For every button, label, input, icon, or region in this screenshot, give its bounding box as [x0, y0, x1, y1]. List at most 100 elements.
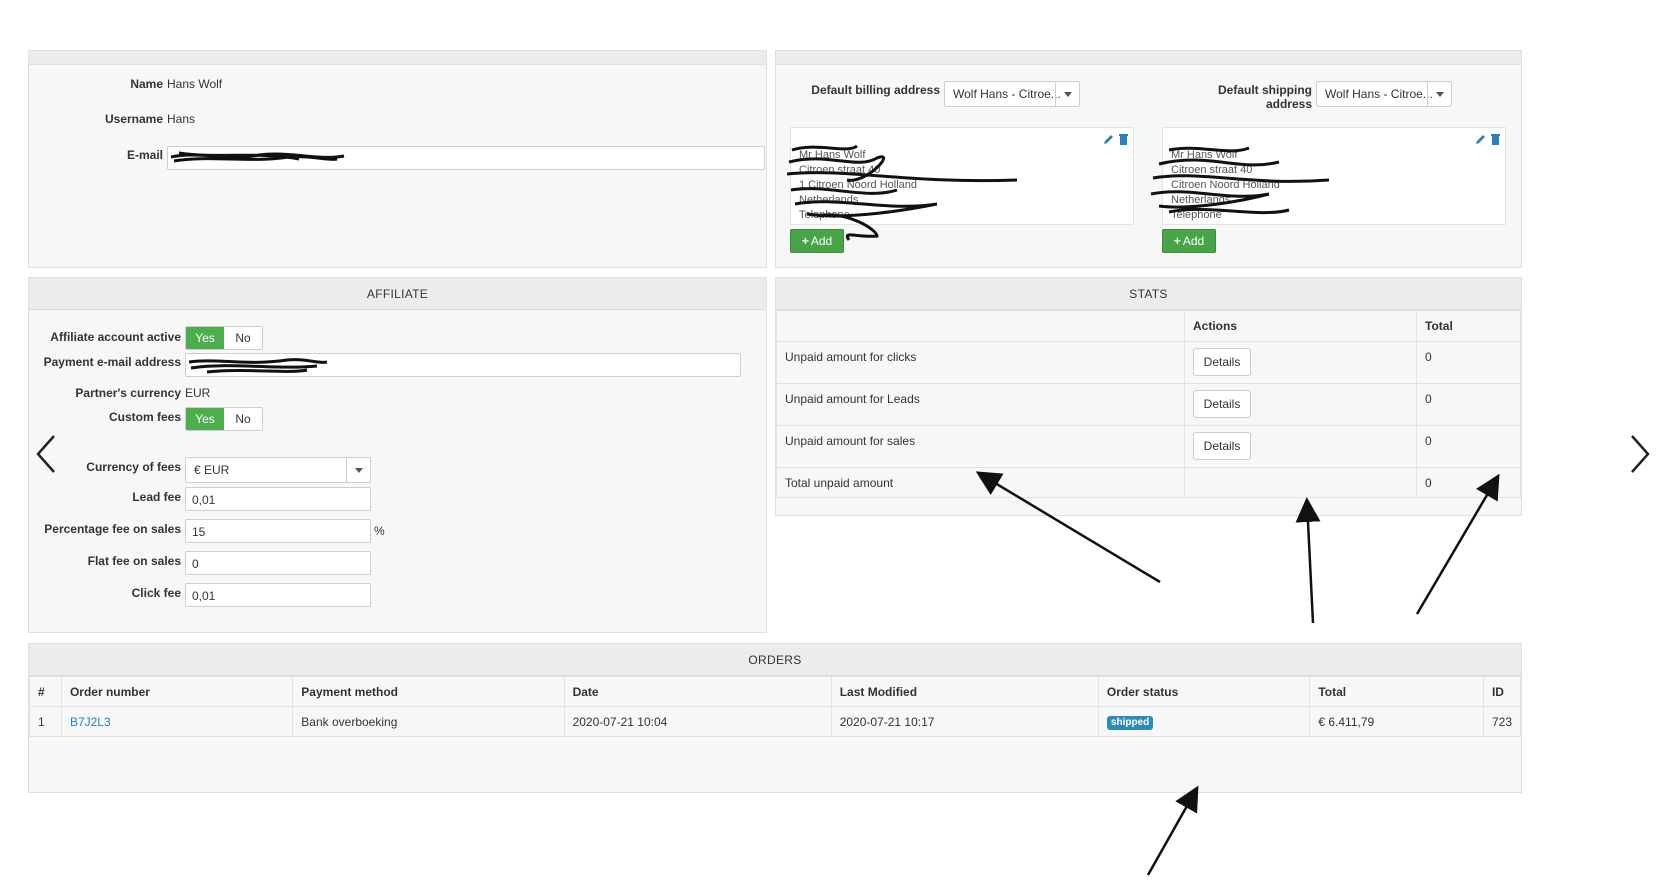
flat-fee-label: Flat fee on sales	[87, 554, 181, 568]
order-index: 1	[29, 706, 62, 737]
order-last-modified: 2020-07-21 10:17	[830, 706, 1099, 737]
orders-col-date: Date	[563, 676, 832, 707]
lead-fee-label: Lead fee	[132, 490, 181, 504]
name-label: Name	[130, 77, 163, 91]
username-label: Username	[104, 112, 163, 126]
affiliate-active-label: Affiliate account active	[50, 330, 181, 344]
add-shipping-address-button[interactable]: + Add	[1162, 229, 1216, 253]
arrow-to-details-button	[1295, 497, 1321, 624]
percentage-fee-input[interactable]: 15	[185, 519, 371, 543]
trash-icon[interactable]	[1490, 133, 1501, 145]
pencil-icon[interactable]	[1103, 133, 1115, 145]
stats-row-total: 0	[1416, 341, 1521, 384]
affiliate-active-toggle[interactable]: Yes No	[185, 326, 263, 350]
click-fee-input[interactable]: 0,01	[185, 583, 371, 607]
redaction-scribble	[188, 358, 328, 374]
table-row: Unpaid amount for clicks Details 0	[776, 341, 1521, 384]
no-option[interactable]: No	[224, 327, 262, 349]
affiliate-panel: AFFILIATE Affiliate account active Yes N…	[28, 277, 767, 633]
percent-sign: %	[374, 524, 385, 538]
payment-email-label: Payment e-mail address	[43, 355, 181, 369]
billing-address-selected: Wolf Hans - Citroe...	[953, 87, 1061, 101]
stats-row-label: Total unpaid amount	[776, 467, 1185, 498]
affiliate-title: AFFILIATE	[29, 278, 766, 310]
stats-row-label: Unpaid amount for sales	[776, 425, 1185, 468]
table-row: Unpaid amount for Leads Details 0	[776, 383, 1521, 426]
percentage-fee-label: Percentage fee on sales	[44, 522, 181, 536]
click-fee-label: Click fee	[131, 586, 181, 600]
billing-address-card: Mr Hans Wolf Citroen straat 40 1 Citroen…	[787, 127, 1134, 241]
details-button-sales[interactable]: Details	[1193, 432, 1251, 460]
order-total: € 6.411,79	[1309, 706, 1484, 737]
billing-address-label: Default billing address	[811, 83, 940, 97]
email-label: E-mail	[126, 148, 163, 162]
customer-panel: Name Hans Wolf Username Hans E-mail	[28, 50, 767, 268]
stats-panel: STATS Actions Total Unpaid amount for cl…	[775, 277, 1522, 516]
username-value: Hans	[167, 112, 196, 126]
stats-col-label	[776, 310, 1185, 342]
chevron-down-icon[interactable]	[346, 458, 370, 482]
details-button-clicks[interactable]: Details	[1193, 348, 1251, 376]
flat-fee-input[interactable]: 0	[185, 551, 371, 575]
plus-icon: +	[1173, 234, 1181, 248]
chevron-down-icon[interactable]	[1427, 82, 1451, 106]
chevron-left-icon[interactable]	[32, 432, 60, 476]
shipping-address-label: Default shipping address	[1218, 83, 1312, 111]
stats-row-label: Unpaid amount for clicks	[776, 341, 1185, 384]
orders-col-last-modified: Last Modified	[830, 676, 1099, 707]
table-row: Total unpaid amount 0	[776, 467, 1521, 498]
stats-row-label: Unpaid amount for Leads	[776, 383, 1185, 426]
billing-address-select[interactable]: Wolf Hans - Citroe...	[944, 81, 1080, 107]
currency-of-fees-select[interactable]: € EUR	[185, 457, 371, 483]
lead-fee-input[interactable]: 0,01	[185, 487, 371, 511]
yes-option[interactable]: Yes	[186, 408, 224, 430]
currency-of-fees-selected: € EUR	[194, 463, 230, 477]
partner-currency-value: EUR	[185, 386, 211, 400]
shipping-address-selected: Wolf Hans - Citroe...	[1325, 87, 1433, 101]
addresses-panel-header	[776, 51, 1521, 65]
name-value: Hans Wolf	[167, 77, 223, 91]
redaction-scribble	[170, 151, 345, 163]
chevron-right-icon[interactable]	[1626, 432, 1654, 476]
stats-row-total: 0	[1416, 425, 1521, 468]
orders-col-index: #	[29, 676, 62, 707]
stats-row-total: 0	[1416, 383, 1521, 426]
orders-header-row: # Order number Payment method Date Last …	[29, 676, 1522, 707]
stats-table: Actions Total Unpaid amount for clicks D…	[776, 310, 1521, 498]
custom-fees-toggle[interactable]: Yes No	[185, 407, 263, 431]
orders-col-total: Total	[1309, 676, 1484, 707]
partner-currency-label: Partner's currency	[75, 386, 181, 400]
shipping-address-select[interactable]: Wolf Hans - Citroe...	[1316, 81, 1452, 107]
order-payment-method: Bank overboeking	[292, 706, 565, 737]
order-id: 723	[1482, 706, 1522, 737]
status-badge: shipped	[1106, 715, 1154, 730]
details-button-leads[interactable]: Details	[1193, 390, 1251, 418]
pencil-icon[interactable]	[1475, 133, 1487, 145]
add-billing-address-button[interactable]: + Add	[790, 229, 844, 253]
orders-col-id: ID	[1482, 676, 1522, 707]
order-date: 2020-07-21 10:04	[563, 706, 832, 737]
order-number-link[interactable]: B7J2L3	[70, 715, 111, 729]
stats-col-actions: Actions	[1184, 310, 1417, 342]
plus-icon: +	[801, 234, 809, 248]
chevron-down-icon[interactable]	[1055, 82, 1079, 106]
addresses-panel: Default billing address Wolf Hans - Citr…	[775, 50, 1522, 268]
table-row: Unpaid amount for sales Details 0	[776, 425, 1521, 468]
table-row: 1 B7J2L3 Bank overboeking 2020-07-21 10:…	[29, 706, 1522, 737]
orders-panel: ORDERS # Order number Payment method Dat…	[28, 643, 1522, 793]
shipping-address-card: Mr Hans Wolf Citroen straat 40 Citroen N…	[1150, 127, 1506, 225]
no-option[interactable]: No	[224, 408, 262, 430]
customer-panel-header	[29, 51, 766, 65]
stats-col-total: Total	[1416, 310, 1521, 342]
orders-col-order-number: Order number	[60, 676, 294, 707]
stats-row-total: 0	[1416, 467, 1521, 498]
trash-icon[interactable]	[1118, 133, 1129, 145]
stats-title: STATS	[776, 278, 1521, 310]
orders-col-payment-method: Payment method	[292, 676, 565, 707]
arrow-to-status-badge	[1146, 785, 1199, 876]
orders-table: # Order number Payment method Date Last …	[29, 676, 1522, 737]
orders-title: ORDERS	[29, 644, 1521, 676]
yes-option[interactable]: Yes	[186, 327, 224, 349]
orders-col-status: Order status	[1097, 676, 1311, 707]
custom-fees-label: Custom fees	[108, 410, 181, 424]
